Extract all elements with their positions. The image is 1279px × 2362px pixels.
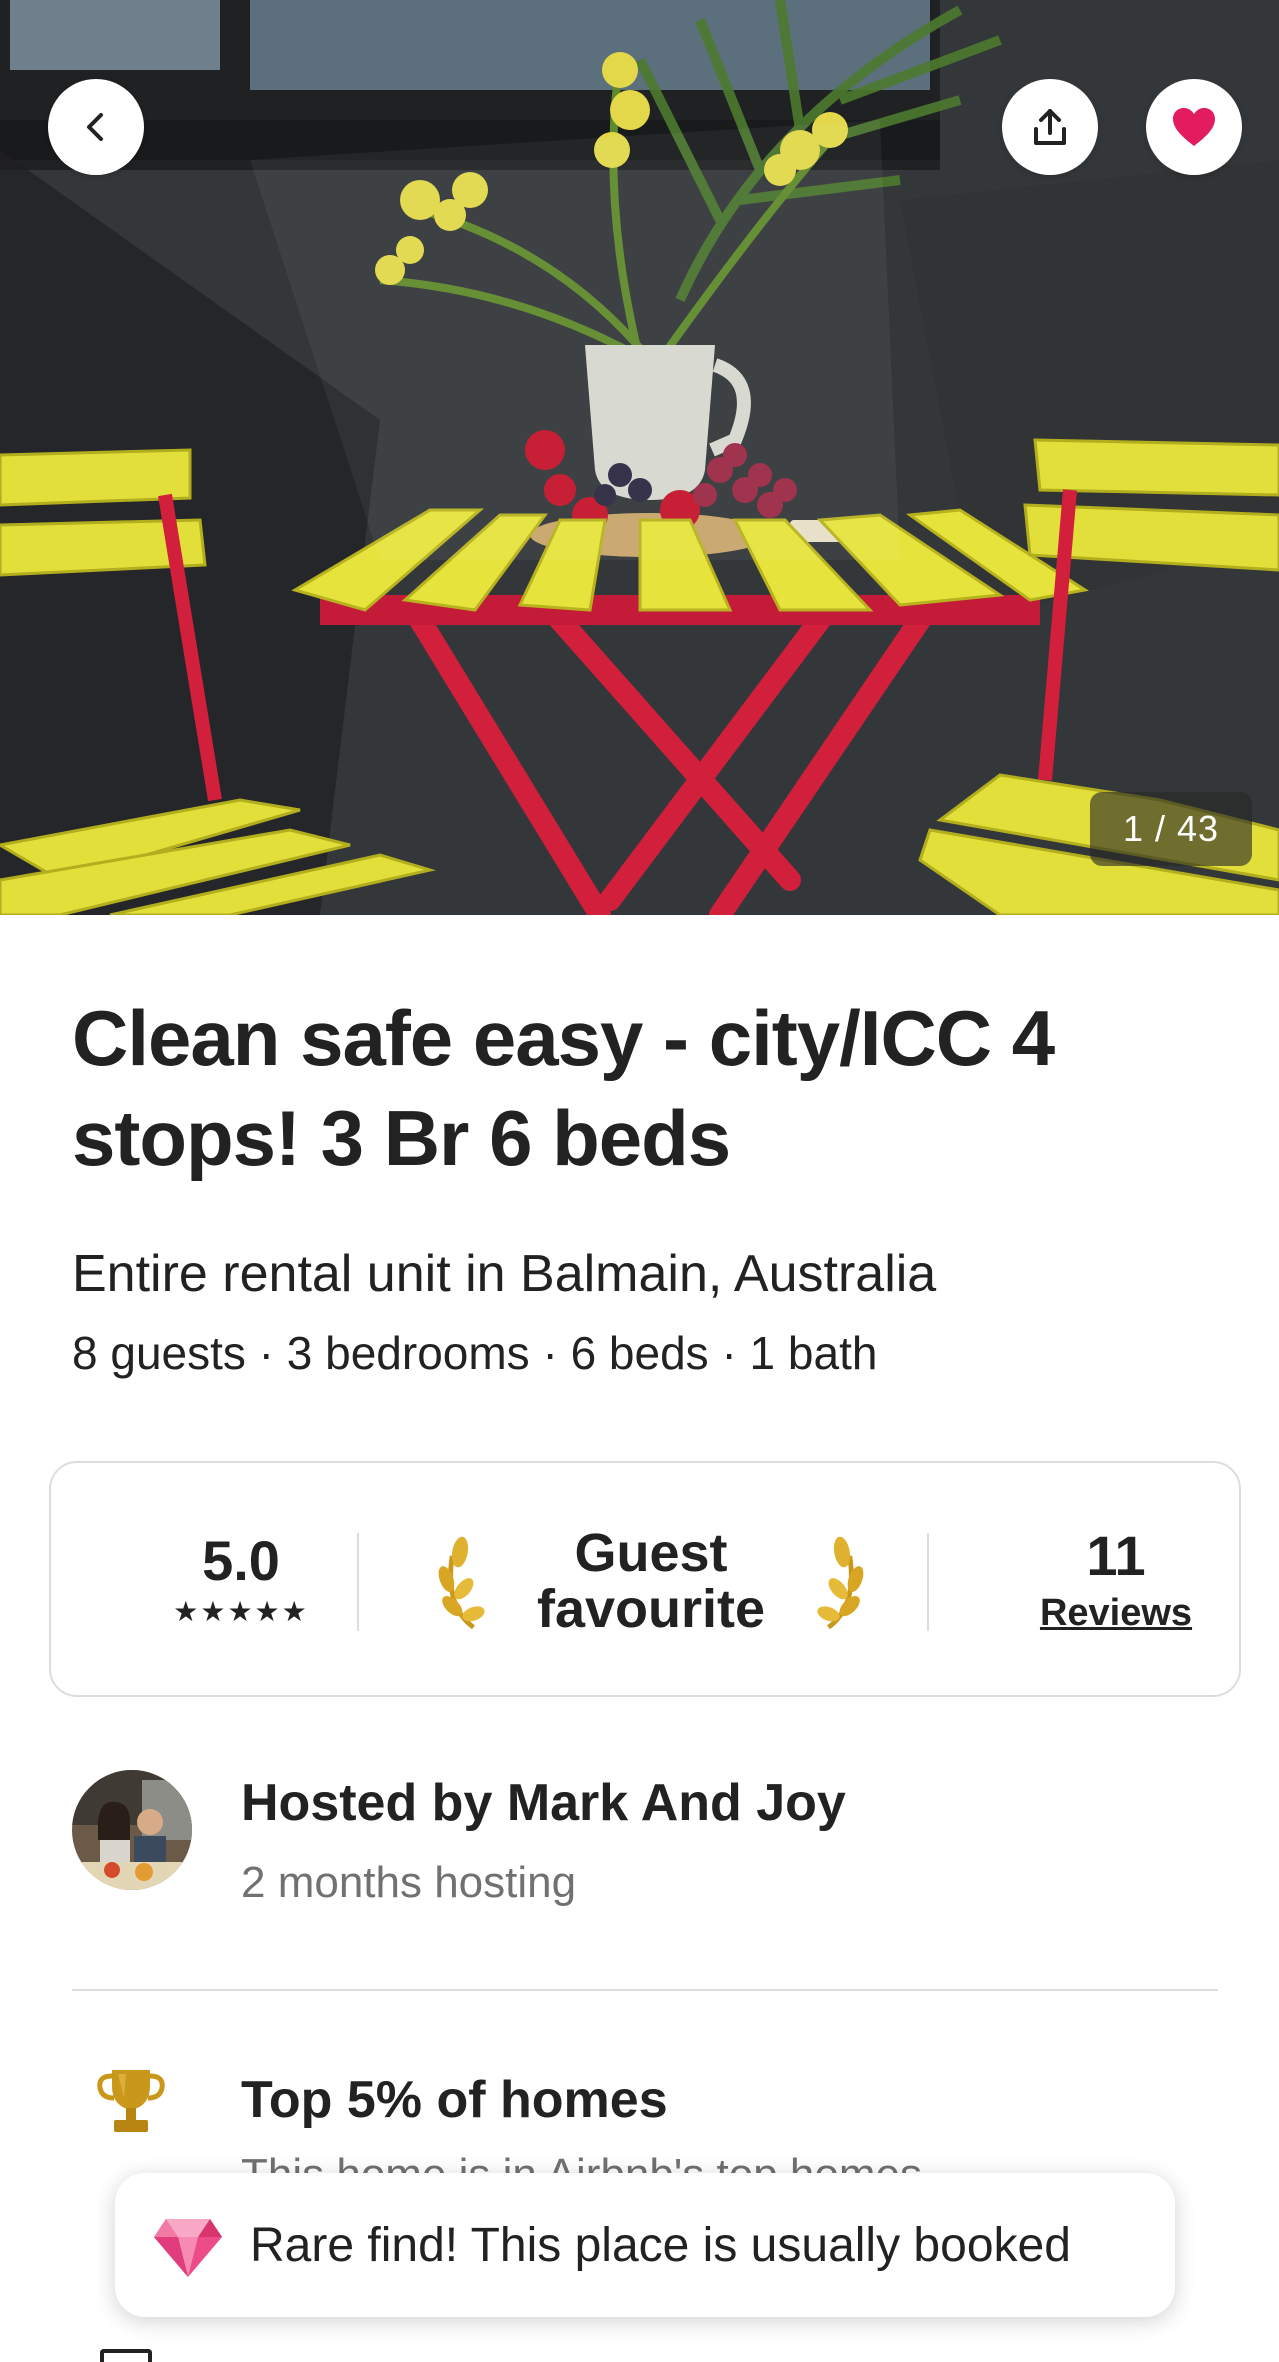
heart-icon xyxy=(1173,108,1215,146)
listing-photo[interactable]: 1 / 43 xyxy=(0,0,1279,915)
photo-counter: 1 / 43 xyxy=(1090,792,1252,866)
rare-find-toast: Rare find! This place is usually booked xyxy=(115,2173,1175,2317)
reviews-count: 11 xyxy=(1086,1524,1146,1587)
back-button[interactable] xyxy=(48,79,144,175)
laurel-left-icon xyxy=(438,1536,485,1630)
rating-value: 5.0 xyxy=(202,1529,280,1592)
rating-stars: ★★★★★ xyxy=(173,1596,309,1627)
listing-subtitle: Entire rental unit in Balmain, Australia xyxy=(72,1245,937,1303)
host-name: Hosted by Mark And Joy xyxy=(241,1774,846,1832)
laurel-right-icon xyxy=(817,1536,864,1630)
rare-find-text: Rare find! This place is usually booked xyxy=(250,2218,1071,2272)
stats-divider xyxy=(927,1533,929,1631)
section-divider xyxy=(72,1989,1218,1991)
listing-details: 8 guests · 3 bedrooms · 6 beds · 1 bath xyxy=(72,1327,878,1379)
highlight-title: Top 5% of homes xyxy=(241,2071,668,2129)
diamond-icon xyxy=(154,2219,222,2277)
stats-divider xyxy=(357,1533,359,1631)
stats-card: 5.0 ★★★★★ Guest favourite 11 Reviews xyxy=(49,1461,1241,1697)
guest-favourite-label: Guest favourite xyxy=(536,1523,766,1639)
host-since: 2 months hosting xyxy=(241,1858,577,1907)
rating-summary: 5.0 ★★★★★ xyxy=(111,1528,371,1628)
reviews-label[interactable]: Reviews xyxy=(1001,1592,1231,1635)
host-photo xyxy=(72,1770,192,1890)
host-avatar[interactable] xyxy=(72,1770,192,1890)
next-section-icon xyxy=(100,2349,152,2362)
trophy-icon xyxy=(97,2070,165,2132)
share-icon xyxy=(1034,109,1066,145)
favourite-button[interactable] xyxy=(1146,79,1242,175)
share-button[interactable] xyxy=(1002,79,1098,175)
guest-favourite-badge[interactable]: Guest favourite xyxy=(431,1511,871,1651)
reviews-link[interactable]: 11 Reviews xyxy=(1001,1523,1231,1635)
chevron-left-icon xyxy=(87,113,103,141)
listing-title: Clean safe easy - city/ICC 4 stops! 3 Br… xyxy=(72,994,1055,1182)
